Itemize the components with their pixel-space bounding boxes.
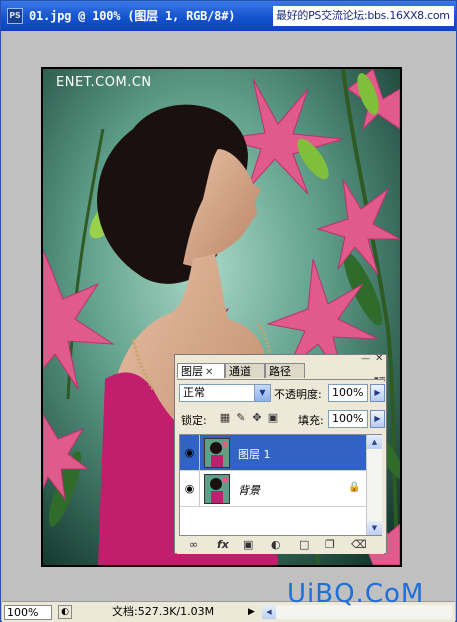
tab-layers[interactable]: 图层 ✕ [177,363,225,378]
scroll-left-icon[interactable]: ◀ [262,605,276,619]
group-folder-icon[interactable]: □ [299,538,309,551]
layer-row-background[interactable]: ◉ 背景 🔒 [180,471,366,507]
lock-transparent-pixels-icon[interactable]: ▦ [217,411,233,424]
tab-paths[interactable]: 路径 [265,363,305,378]
site-watermark-bottom: UiBQ.CoM [287,579,425,609]
layers-scrollbar[interactable]: ▲ ▼ [366,435,382,535]
new-layer-icon[interactable]: ❐ [325,538,335,551]
photo-caption-watermark: ENET.COM.CN [56,75,152,90]
layer-row-layer1[interactable]: ◉ 图层 1 [180,435,366,471]
layers-list: ◉ 图层 1 ◉ 背景 🔒 ▲ ▼ [179,434,382,536]
zoom-field[interactable]: 100% [4,605,52,620]
lock-icon: 🔒 [348,482,361,493]
tab-layers-label: 图层 [181,365,203,378]
photoshop-app-icon[interactable]: PS [7,8,23,24]
status-info-button[interactable]: ◐ [58,605,72,619]
opacity-field[interactable]: 100% [328,384,368,402]
layers-panel[interactable]: — ✕ 图层✕ 通道 路径 ▾≡ 正常 ▼ 不透明度: 100% ▶ 锁定: [174,353,387,554]
forum-watermark-top: 最好的PS交流论坛:bbs.16XX8.com [273,6,454,26]
panel-tabs: 图层✕ 通道 路径 ▾≡ [177,363,386,385]
document-size-info: 文档:527.3K/1.03M [112,605,215,618]
eye-icon[interactable]: ◉ [180,471,200,507]
mask-icon[interactable]: ▣ [243,538,253,551]
fill-label: 填充: [298,414,324,427]
tab-paths-label: 路径 [269,365,291,378]
tab-channels-label: 通道 [229,365,251,378]
tab-channels[interactable]: 通道 [225,363,265,378]
layers-panel-body: 正常 ▼ 不透明度: 100% ▶ 锁定: ▦ ✎ ✥ ▣ 填充: 100% ▶ ◉ … [177,379,385,554]
status-menu-arrow-icon[interactable]: ▶ [248,605,255,619]
blend-mode-select[interactable]: 正常 ▼ [179,384,271,402]
layer-thumbnail[interactable] [204,474,230,504]
adjustment-icon[interactable]: ◐ [271,538,281,551]
lock-options: ▦ ✎ ✥ ▣ [217,411,281,424]
opacity-label: 不透明度: [274,388,322,401]
scroll-up-icon[interactable]: ▲ [367,435,382,449]
lock-all-icon[interactable]: ▣ [265,411,281,424]
title-bar[interactable]: PS 01.jpg @ 100% (图层 1, RGB/8#) 最好的PS交流论… [1,1,456,31]
lock-label: 锁定: [181,414,207,427]
blend-mode-value: 正常 [183,386,205,399]
opacity-slider-button[interactable]: ▶ [370,384,385,402]
layers-panel-footer: ∞ fx ▣ ◐ □ ❐ ⌫ [179,538,382,552]
eye-icon[interactable]: ◉ [180,435,200,471]
layer-name[interactable]: 图层 1 [238,446,271,462]
scroll-down-icon[interactable]: ▼ [367,521,382,535]
tab-close-icon[interactable]: ✕ [205,367,213,378]
layer-name[interactable]: 背景 [238,482,260,498]
window-title: 01.jpg @ 100% (图层 1, RGB/8#) [29,9,236,23]
lock-position-icon[interactable]: ✥ [249,411,265,424]
chevron-down-icon[interactable]: ▼ [254,385,270,401]
link-icon[interactable]: ∞ [189,538,198,551]
trash-icon[interactable]: ⌫ [351,538,367,551]
photoshop-document-window: PS 01.jpg @ 100% (图层 1, RGB/8#) 最好的PS交流论… [0,0,457,622]
fill-slider-button[interactable]: ▶ [370,410,385,428]
layer-thumbnail[interactable] [204,438,230,468]
panel-title-strip[interactable] [175,355,386,363]
fx-icon[interactable]: fx [217,538,229,551]
lock-image-pixels-icon[interactable]: ✎ [233,411,249,424]
fill-field[interactable]: 100% [328,410,368,428]
